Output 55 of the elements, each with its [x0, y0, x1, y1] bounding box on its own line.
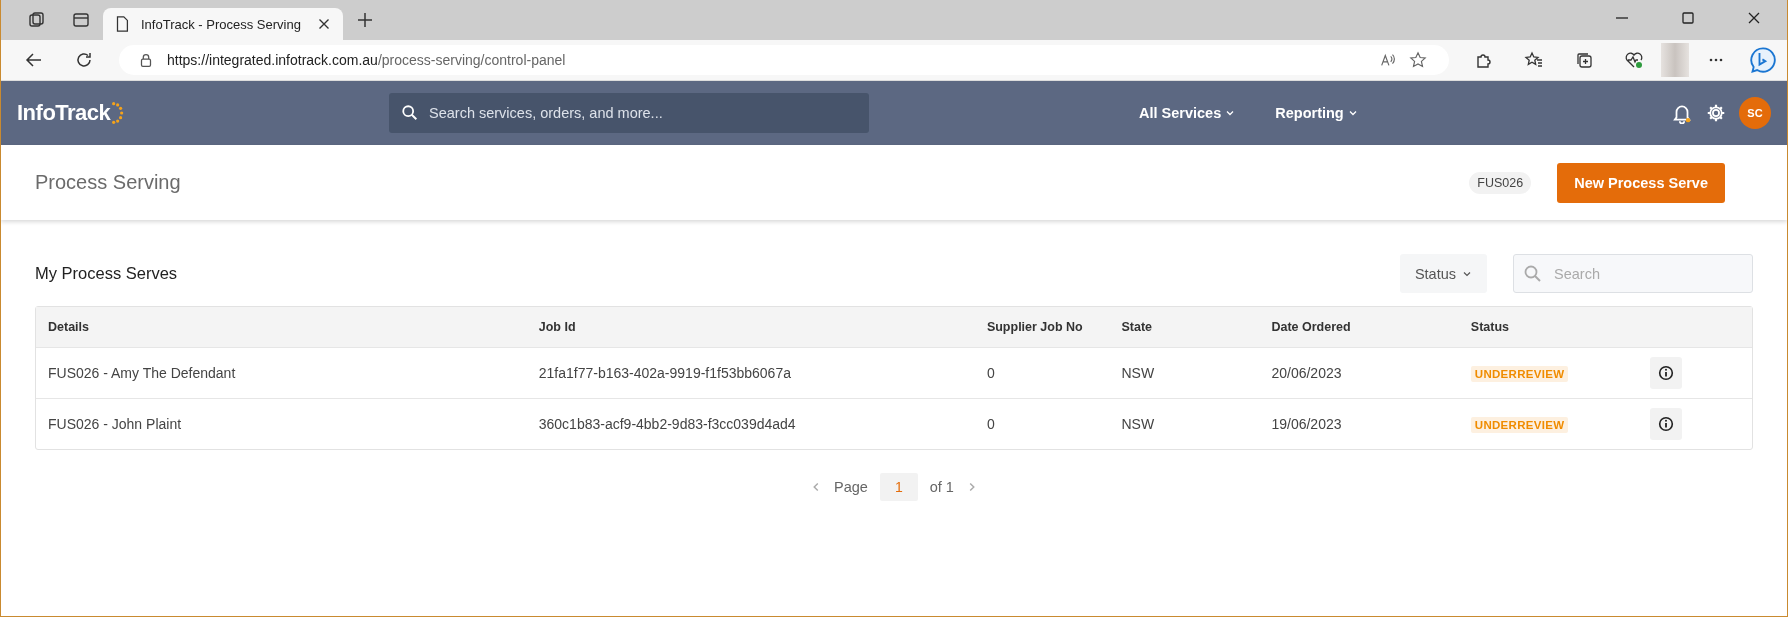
address-bar[interactable]: https://integrated.infotrack.com.au/process-serving/control-panel — [119, 45, 1449, 75]
new-process-serve-button[interactable]: New Process Serve — [1557, 162, 1725, 203]
current-page-field[interactable]: 1 — [879, 473, 918, 501]
chevron-down-icon — [1347, 108, 1358, 118]
tab-actions-icon[interactable] — [71, 10, 91, 30]
refresh-icon[interactable] — [74, 50, 94, 70]
account-code: FUS026 — [1469, 171, 1532, 194]
section-title: My Process Serves — [35, 264, 178, 283]
favorites-icon[interactable] — [1524, 50, 1544, 70]
search-icon — [1523, 264, 1543, 284]
collections-icon[interactable] — [1574, 50, 1594, 70]
info-button[interactable] — [1649, 357, 1682, 389]
table-cell-text: 0 — [986, 365, 996, 381]
search-icon — [401, 104, 419, 122]
user-avatar[interactable]: SC — [1739, 97, 1771, 129]
heart-pulse-icon[interactable] — [1624, 50, 1644, 70]
table-cell-text: 20/06/2023 — [1271, 365, 1343, 381]
new-tab-icon[interactable] — [355, 10, 375, 30]
info-button[interactable] — [1649, 408, 1682, 440]
table-cell-text: NSW — [1121, 416, 1156, 432]
browser-tab[interactable]: InfoTrack - Process Serving — [103, 8, 343, 40]
column-header: Job Id — [538, 320, 577, 334]
status-filter[interactable]: Status — [1399, 254, 1487, 293]
table-cell-text: 0 — [986, 416, 996, 432]
read-aloud-icon[interactable] — [1379, 51, 1397, 69]
table-cell-text: NSW — [1121, 365, 1156, 381]
table-cell-text: 360c1b83-acf9-4bb2-9d83-f3cc039d4ad4 — [538, 416, 797, 432]
column-header: Details — [48, 320, 90, 334]
status-badge: UNDERREVIEW — [1470, 417, 1569, 433]
page-label: Page — [834, 479, 868, 495]
chevron-down-icon — [1225, 108, 1236, 118]
table-cell-text: FUS026 - Amy The Defendant — [48, 365, 237, 381]
nav-menu[interactable]: All Services — [1139, 105, 1236, 121]
chat-bubble-icon[interactable] — [1749, 46, 1777, 74]
column-header: Supplier Job No — [986, 320, 1084, 334]
tab-title: InfoTrack - Process Serving — [141, 16, 302, 32]
page-title: Process Serving — [35, 171, 181, 194]
column-header: Date Ordered — [1271, 320, 1352, 334]
workspaces-icon[interactable] — [27, 10, 47, 30]
status-badge: UNDERREVIEW — [1470, 366, 1569, 382]
search-field[interactable]: Search services, orders, and more... — [389, 93, 869, 133]
nav-menu[interactable]: Reporting — [1275, 105, 1358, 121]
search-field[interactable]: Search — [1513, 254, 1753, 293]
table-cell-text: 21fa1f77-b163-402a-9919-f1f53bb6067a — [538, 365, 792, 381]
table-cell-text: 19/06/2023 — [1271, 416, 1343, 432]
page-count: of 1 — [929, 479, 954, 495]
info-icon — [1656, 415, 1675, 433]
info-icon — [1656, 364, 1675, 382]
logo[interactable]: InfoTrack — [17, 93, 389, 133]
settings-icon[interactable] — [1705, 102, 1727, 124]
star-icon[interactable] — [1409, 51, 1427, 69]
column-header: State — [1121, 320, 1154, 334]
column-header: Status — [1470, 320, 1510, 334]
url-text: https://integrated.infotrack.com.au/process-serving/control-panel — [167, 52, 566, 68]
table-cell-text: FUS026 - John Plaint — [48, 416, 183, 432]
